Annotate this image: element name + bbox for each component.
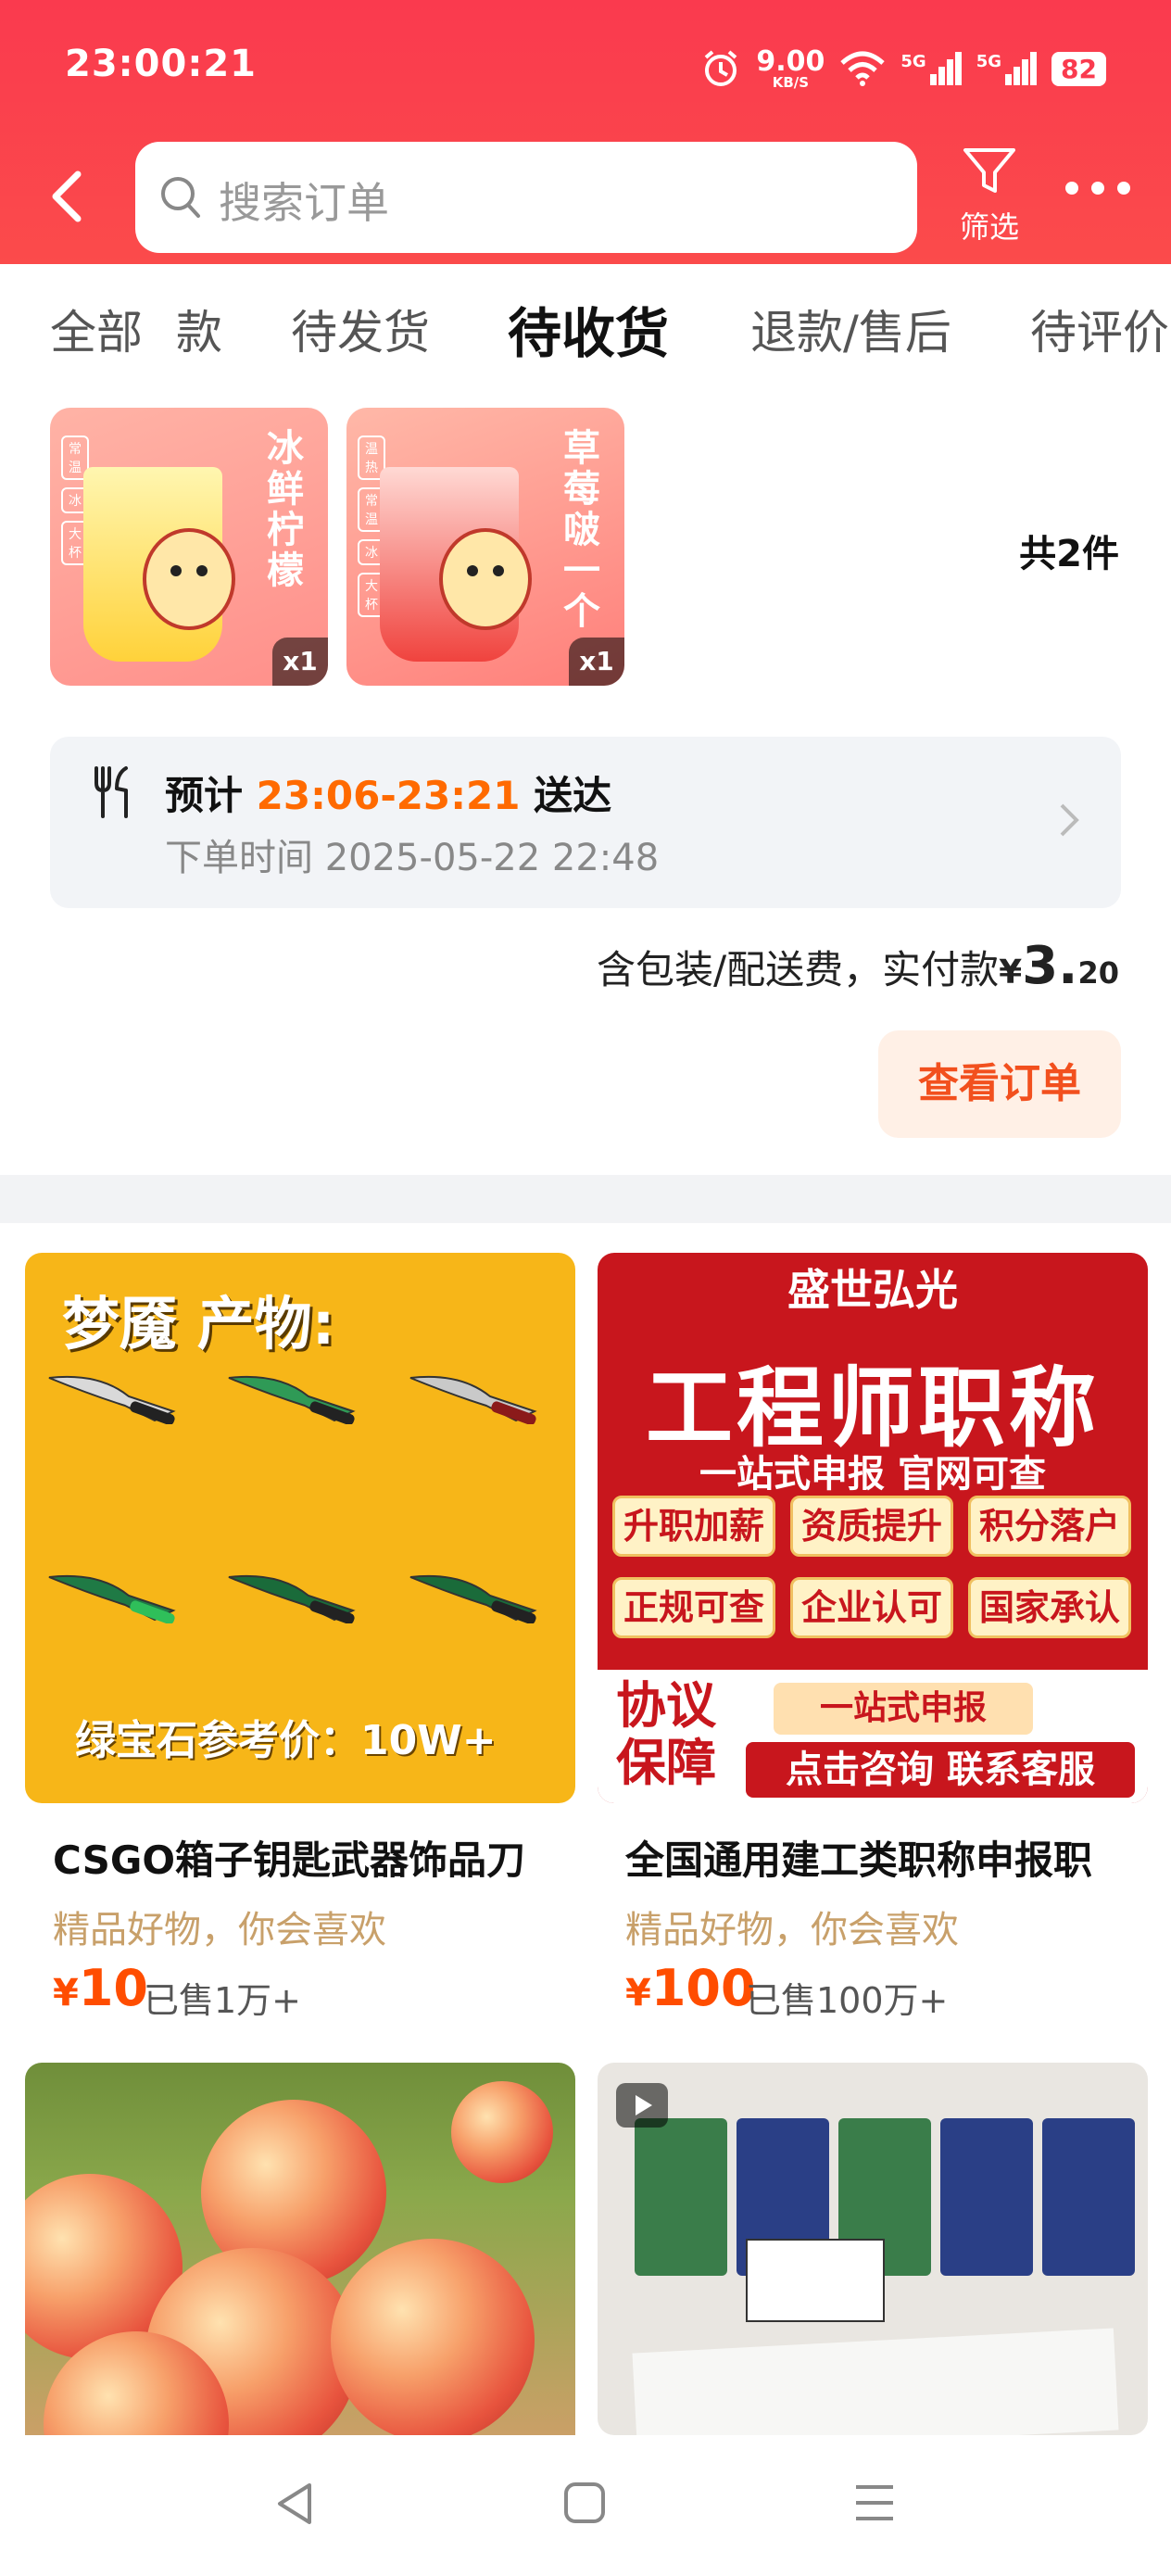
tab-to-review[interactable]: 待评价 — [1030, 296, 1169, 362]
item-name: 冰鲜柠檬 — [267, 427, 304, 592]
alarm-icon — [705, 50, 737, 86]
product-price: ¥10 — [53, 1959, 148, 2017]
order-tabs: 全部 款 待发货 待收货 退款/售后 待评价 — [0, 264, 1171, 398]
knife-icon — [48, 1375, 176, 1424]
order-item-thumbnail[interactable]: 常温冰大杯 冰鲜柠檬 x1 — [50, 408, 328, 686]
delivery-eta: 预计 23:06-23:21 送达 — [165, 773, 612, 818]
search-input[interactable]: 搜索订单 — [135, 142, 917, 253]
header-bar: 23:00:21 9.00 KB/S 5G 5G 82 搜索订单 筛选 — [0, 0, 1171, 264]
filter-button[interactable]: 筛选 — [952, 145, 1026, 246]
product-title: 全国通用建工类职称申报职 — [625, 1837, 1093, 1883]
view-order-button[interactable]: 查看订单 — [878, 1030, 1121, 1138]
mascot-image — [439, 528, 532, 630]
product-subtitle: 精品好物，你会喜欢 — [53, 1909, 386, 1951]
product-card[interactable] — [598, 2063, 1148, 2435]
product-image: 盛世弘光 工程师职称 一站式申报 官网可查 升职加薪 资质提升 积分落户 正规可… — [598, 1253, 1148, 1803]
more-icon[interactable] — [1065, 182, 1130, 195]
tab-to-ship[interactable]: 待发货 — [291, 296, 430, 362]
product-image — [598, 2063, 1148, 2435]
utensils-icon — [94, 766, 128, 818]
wifi-icon — [840, 51, 886, 86]
product-card[interactable] — [25, 2063, 575, 2435]
chevron-right-icon — [1060, 803, 1079, 837]
knife-icon — [48, 1574, 176, 1623]
tab-payment[interactable]: 款 — [176, 296, 222, 362]
clock: 23:00:21 — [65, 43, 257, 85]
signal-1-icon: 5G — [900, 52, 962, 85]
product-sold: 已售100万+ — [746, 1980, 949, 2021]
payment-summary: 含包装/配送费，实付款¥3.20 — [597, 936, 1119, 996]
filter-label: 筛选 — [959, 209, 1019, 245]
mascot-image — [143, 528, 235, 630]
nav-back-icon[interactable] — [274, 2481, 315, 2526]
product-subtitle: 精品好物，你会喜欢 — [625, 1909, 959, 1951]
status-bar: 23:00:21 9.00 KB/S 5G 5G 82 — [0, 37, 1171, 102]
filter-icon — [963, 148, 1015, 193]
knife-icon — [409, 1574, 537, 1623]
product-price: ¥100 — [625, 1959, 756, 2017]
order-time: 下单时间 2025-05-22 22:48 — [165, 837, 660, 879]
item-count: 共2件 — [1019, 533, 1119, 575]
search-placeholder: 搜索订单 — [219, 178, 389, 228]
product-image: 梦魇 产物: 绿宝石参考价：10W+ — [25, 1253, 575, 1803]
nav-menu-icon[interactable] — [852, 2481, 897, 2524]
video-play-icon — [616, 2083, 668, 2128]
item-name: 草莓啵一个 — [563, 427, 600, 633]
net-speed: 9.00 KB/S — [756, 44, 825, 91]
status-icons: 9.00 KB/S 5G 5G 82 — [700, 43, 1106, 95]
product-sold: 已售1万+ — [144, 1980, 302, 2021]
signal-2-icon: 5G — [976, 52, 1038, 85]
tab-refund[interactable]: 退款/售后 — [750, 296, 951, 362]
knife-icon — [228, 1375, 356, 1424]
product-title: CSGO箱子钥匙武器饰品刀 — [53, 1837, 526, 1883]
system-nav-bar — [0, 2435, 1171, 2576]
knife-icon — [409, 1375, 537, 1424]
section-divider — [0, 1175, 1171, 1223]
item-qty: x1 — [272, 638, 328, 686]
delivery-info[interactable]: 预计 23:06-23:21 送达 下单时间 2025-05-22 22:48 — [50, 737, 1121, 908]
item-qty: x1 — [569, 638, 624, 686]
tab-to-receive[interactable]: 待收货 — [508, 290, 669, 368]
battery-icon: 82 — [1051, 51, 1106, 86]
nav-home-icon[interactable] — [563, 2481, 606, 2524]
order-item-thumbnail[interactable]: 温热 常温冰大杯 草莓啵一个 x1 — [346, 408, 624, 686]
back-icon[interactable] — [46, 167, 87, 226]
search-icon — [161, 177, 200, 218]
knife-icon — [228, 1574, 356, 1623]
product-image — [25, 2063, 575, 2435]
tab-all[interactable]: 全部 — [50, 296, 143, 362]
